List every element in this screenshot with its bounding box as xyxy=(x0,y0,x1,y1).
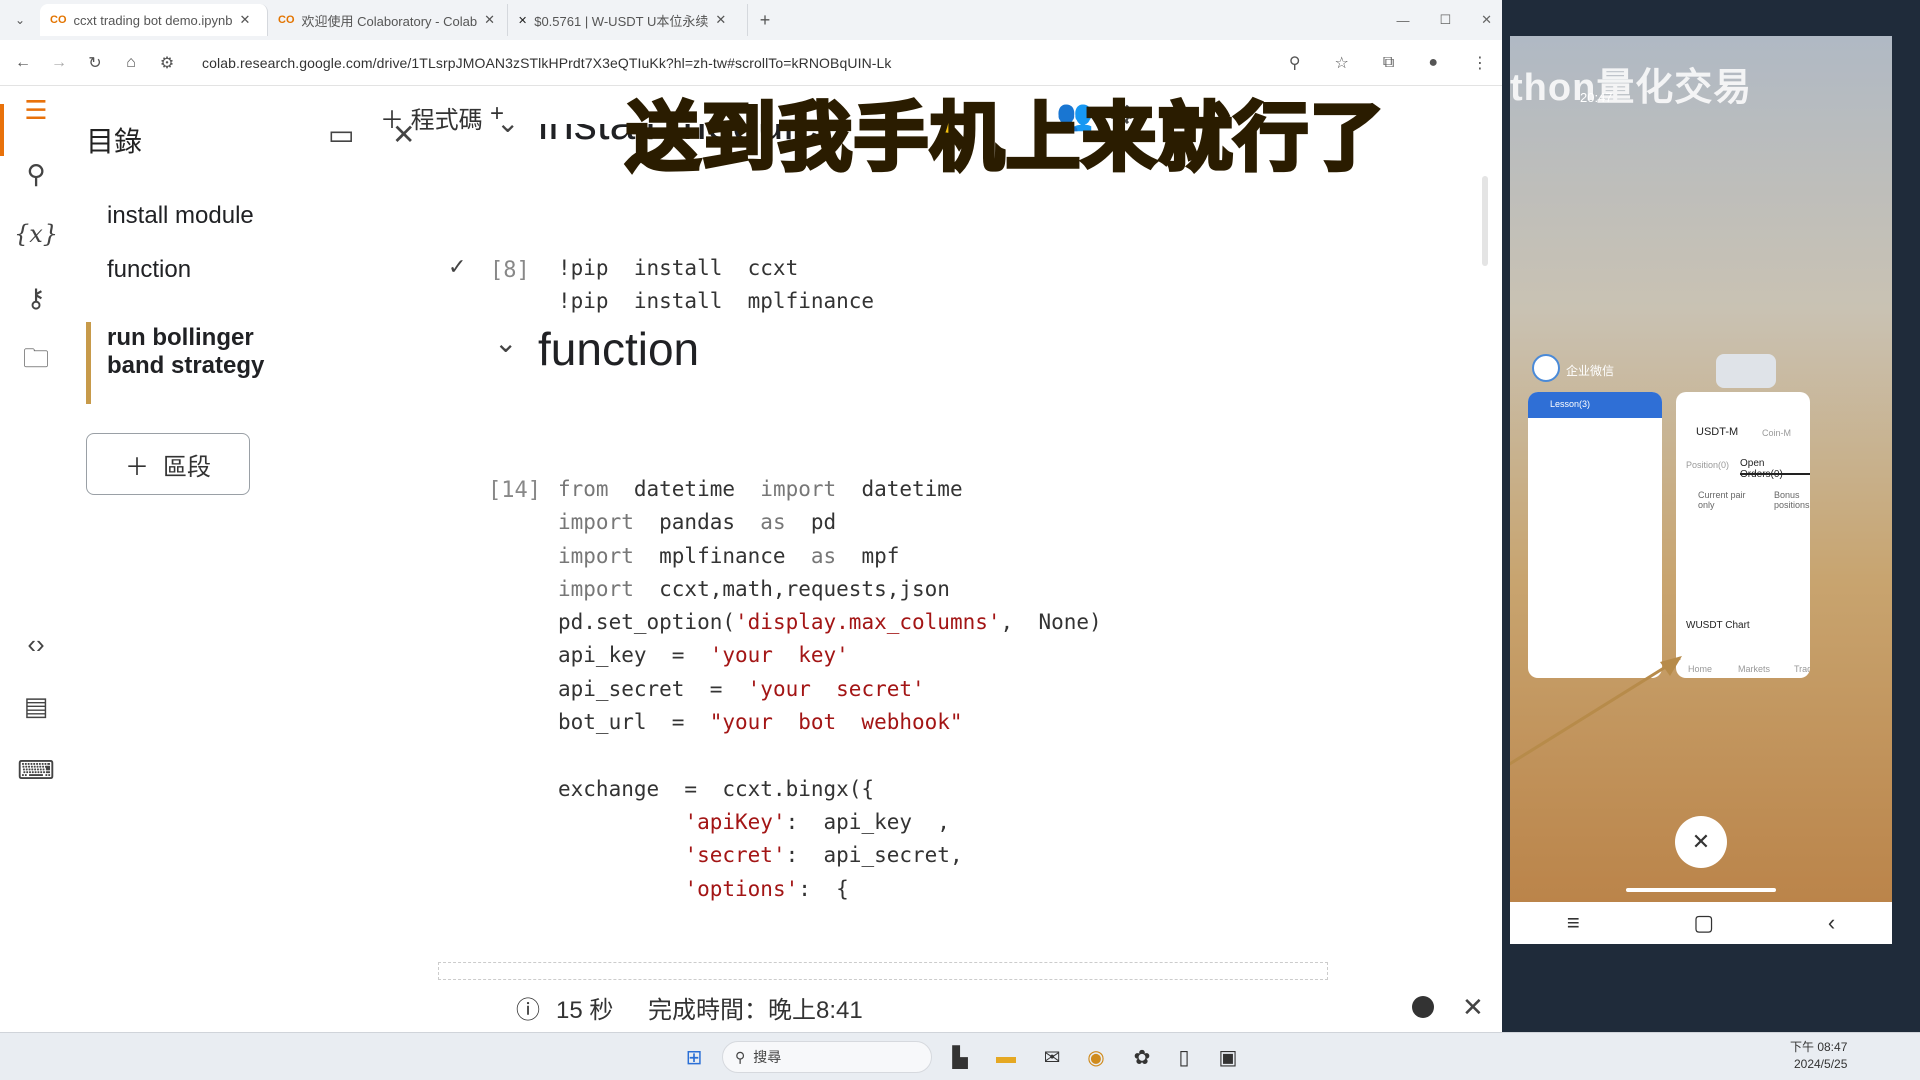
terminal-icon[interactable]: ⌨ xyxy=(16,750,56,790)
tab-label: $0.5761 | W-USDT U本位永续 xyxy=(534,13,709,29)
extensions-icon[interactable]: ⧉ xyxy=(1383,54,1394,72)
toc-item-function[interactable]: function xyxy=(107,256,191,284)
toc-panel: 目錄 ▭ ✕ install module function run bolli… xyxy=(74,86,434,1032)
warning-circle-icon: ⓘ xyxy=(516,996,540,1024)
search-icon[interactable]: ⚲ xyxy=(16,154,56,194)
toc-title: 目錄 xyxy=(86,126,143,157)
tab-ccxt-notebook[interactable]: CO ccxt trading bot demo.ipynb ✕ xyxy=(40,4,268,36)
exec-count-cell1: [8] xyxy=(490,258,530,283)
tab-label: 欢迎使用 Colaboratory - Colab xyxy=(301,13,478,29)
collapse-section-icon[interactable]: ⌄ xyxy=(496,106,519,139)
zoom-icon[interactable]: ⚲ xyxy=(1289,53,1301,73)
exchange-icon: ✕ xyxy=(518,14,528,27)
new-tab-icon[interactable]: + xyxy=(748,10,782,31)
close-window-icon[interactable]: ✕ xyxy=(1481,12,1492,28)
files-folder-icon[interactable]: 🗀 xyxy=(16,342,56,382)
menu-icon[interactable]: ⋮ xyxy=(1472,53,1488,73)
phone-link-icon[interactable]: ▯ xyxy=(1170,1043,1198,1071)
url-field[interactable]: colab.research.google.com/drive/1TLsrpJM… xyxy=(202,55,892,71)
tab-search-icon[interactable]: ⌄ xyxy=(0,13,40,27)
close-icon[interactable]: ✕ xyxy=(715,12,726,28)
start-windows-icon[interactable]: ⊞ xyxy=(680,1043,708,1071)
file-explorer-icon[interactable]: ▬ xyxy=(992,1043,1020,1071)
tab-label: ccxt trading bot demo.ipynb xyxy=(73,12,233,28)
notebook-area: ＋ 程式碼 + 👥 ⚙ ⌄ install module ⌄ ✓ [8] !pi… xyxy=(380,86,1502,1032)
close-recents-button[interactable]: ✕ xyxy=(1675,816,1727,868)
code-line: !pip install ccxt xyxy=(558,256,799,280)
close-status-icon[interactable]: ✕ xyxy=(1462,992,1484,1023)
colab-left-rail: ☰ ⚲ {x} ⚷ 🗀 ‹› ▤ ⌨ xyxy=(0,86,74,1032)
open-in-tab-icon[interactable]: ▭ xyxy=(328,118,354,151)
menu-lines-icon[interactable]: ≡ xyxy=(1567,910,1580,936)
phone-screen-mirror: thon量化交易 20:47 企业微信 Lesson(3) USDT-M Coi… xyxy=(1510,36,1892,944)
home-icon[interactable]: ⌂ xyxy=(122,54,140,72)
add-section-button[interactable]: ＋ 區段 xyxy=(86,433,250,495)
tab-bar: ⌄ CO ccxt trading bot demo.ipynb ✕ CO 欢迎… xyxy=(0,0,1502,40)
status-bar: ⓘ 15 秒 完成時間：晚上8:41 ✕ xyxy=(434,982,1502,1032)
add-section-label: 區段 xyxy=(163,453,211,481)
close-icon[interactable]: ✕ xyxy=(239,12,250,28)
reload-icon[interactable]: ↻ xyxy=(86,53,104,73)
chrome-icon[interactable]: ◉ xyxy=(1082,1043,1110,1071)
table-of-contents-icon[interactable]: ☰ xyxy=(16,90,56,130)
clock-date: 2024/5/25 xyxy=(1793,1057,1848,1071)
exec-count-cell2: [14] xyxy=(488,478,541,503)
clock-time: 下午 08:47 xyxy=(1790,1040,1848,1054)
back-chevron-icon[interactable]: ‹ xyxy=(1828,910,1835,936)
colab-icon: CO xyxy=(50,14,67,26)
minimize-icon[interactable]: — xyxy=(1396,13,1409,28)
forward-icon[interactable]: → xyxy=(50,54,68,72)
toc-selected-bar xyxy=(86,322,91,404)
add-code-label: 程式碼 xyxy=(410,107,483,134)
task-view-icon[interactable]: ▙ xyxy=(946,1043,974,1071)
maximize-icon[interactable]: ☐ xyxy=(1439,12,1451,28)
collapse-function-icon[interactable]: ⌄ xyxy=(494,326,517,359)
toc-item-run-bollinger[interactable]: run bollinger band strategy xyxy=(107,324,317,380)
code-snippets-icon[interactable]: ‹› xyxy=(16,624,56,664)
execution-duration: 15 秒 xyxy=(556,996,614,1024)
command-palette-icon[interactable]: ▤ xyxy=(16,686,56,726)
code-cell-function[interactable]: from datetime import datetime import pan… xyxy=(558,473,1102,906)
code-cell-pip[interactable]: !pip install ccxt !pip install mplfinanc… xyxy=(558,252,874,319)
mail-icon[interactable]: ✉ xyxy=(1038,1043,1066,1071)
close-icon[interactable]: ✕ xyxy=(484,12,495,28)
code-line: !pip install mplfinance xyxy=(558,289,875,314)
profile-icon[interactable]: ● xyxy=(1428,54,1438,72)
search-icon: ⚲ xyxy=(735,1048,746,1065)
taskbar-search[interactable]: ⚲ 搜尋 xyxy=(722,1041,932,1073)
runtime-status-dot xyxy=(1412,996,1434,1018)
back-icon[interactable]: ← xyxy=(14,54,32,72)
windows-taskbar: ⊞ ⚲ 搜尋 ▙ ▬ ✉ ◉ ✿ ▯ ▣ 下午 08:47 2024/5/25 xyxy=(0,1032,1920,1080)
video-app-icon[interactable]: ▣ xyxy=(1214,1043,1242,1071)
scrollbar-thumb[interactable] xyxy=(1482,176,1488,266)
app-icon[interactable]: ✿ xyxy=(1128,1043,1156,1071)
tab-exchange[interactable]: ✕ $0.5761 | W-USDT U本位永续 ✕ xyxy=(508,4,748,36)
tab-colab-welcome[interactable]: CO 欢迎使用 Colaboratory - Colab ✕ xyxy=(268,4,508,36)
arrow-annotation xyxy=(1510,656,1682,766)
home-indicator xyxy=(1626,888,1776,892)
bookmark-star-icon[interactable]: ☆ xyxy=(1335,53,1349,73)
colab-icon: CO xyxy=(278,14,295,26)
home-square-icon[interactable]: ▢ xyxy=(1693,910,1714,936)
section-heading-function: function xyxy=(538,323,700,375)
cell-divider xyxy=(438,962,1328,980)
toc-item-install-module[interactable]: install module xyxy=(107,202,254,230)
secrets-key-icon[interactable]: ⚷ xyxy=(16,278,56,318)
search-label: 搜尋 xyxy=(753,1049,782,1065)
video-caption: 送到我手机上来就行了 xyxy=(624,94,1386,181)
phone-nav-bar: ≡ ▢ ‹ xyxy=(1510,902,1892,944)
system-clock[interactable]: 下午 08:47 2024/5/25 xyxy=(1790,1039,1847,1073)
active-indicator xyxy=(0,104,4,156)
variables-icon[interactable]: {x} xyxy=(14,214,58,254)
site-settings-icon[interactable]: ⚙ xyxy=(158,53,176,73)
execution-completed: 完成時間：晚上8:41 xyxy=(648,996,863,1024)
add-code-button[interactable]: ＋ 程式碼 xyxy=(380,100,483,135)
run-complete-check-icon: ✓ xyxy=(448,254,467,279)
plus-icon: ＋ xyxy=(125,453,149,481)
